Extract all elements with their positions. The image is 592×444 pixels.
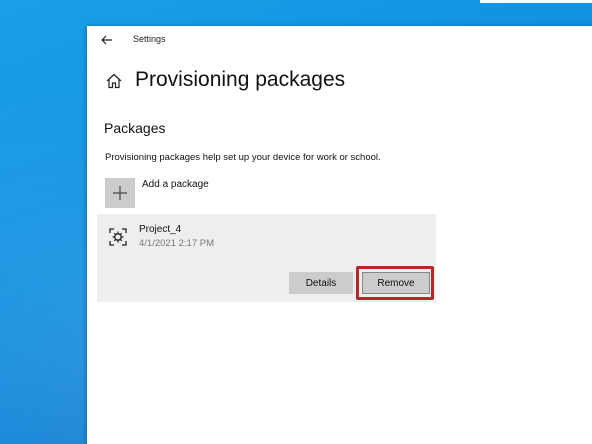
- section-title: Packages: [104, 120, 166, 136]
- section-description: Provisioning packages help set up your d…: [105, 152, 381, 163]
- remove-highlight-box: [356, 266, 434, 300]
- package-date: 4/1/2021 2:17 PM: [139, 238, 214, 249]
- add-package-label[interactable]: Add a package: [142, 179, 209, 190]
- back-arrow-icon[interactable]: [99, 32, 115, 48]
- background-window-edge: [480, 0, 592, 3]
- details-button[interactable]: Details: [289, 272, 353, 294]
- page-title: Provisioning packages: [135, 68, 346, 91]
- package-name: Project_4: [139, 224, 182, 235]
- title-bar: Settings: [87, 26, 592, 54]
- settings-window: Settings Provisioning packages Packages …: [87, 26, 592, 444]
- home-icon: [105, 72, 123, 90]
- package-icon: [107, 226, 129, 248]
- plus-icon: [113, 186, 127, 200]
- add-package-button[interactable]: [105, 178, 135, 208]
- window-title: Settings: [133, 34, 166, 44]
